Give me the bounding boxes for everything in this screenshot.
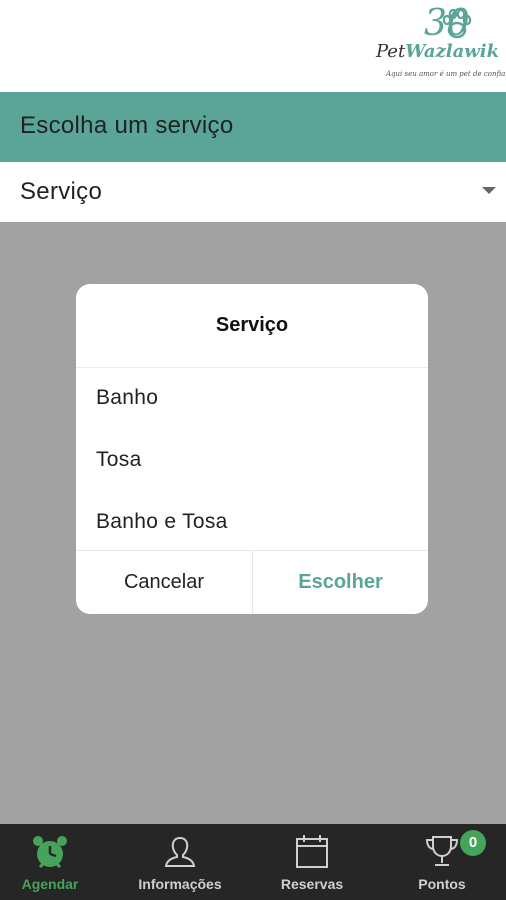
service-select-label: Serviço	[20, 178, 103, 205]
cancel-button[interactable]: Cancelar	[76, 551, 252, 614]
bottom-tab-bar: Agendar Informações Reservas Pontos	[0, 824, 506, 900]
logo-brand: PetWazlawik	[376, 42, 499, 62]
tab-informacoes-label: Informações	[138, 876, 222, 892]
dialog-divider	[76, 367, 428, 368]
dropdown-arrow-icon	[482, 187, 496, 194]
logo-brand-name: Wazlawik	[405, 41, 500, 62]
service-select[interactable]: Serviço	[0, 162, 506, 222]
tab-agendar-label: Agendar	[21, 876, 79, 892]
choose-button[interactable]: Escolher	[253, 551, 428, 614]
tab-reservas[interactable]: Reservas	[252, 824, 372, 900]
points-badge: 0	[460, 830, 486, 856]
person-icon	[164, 836, 196, 867]
option-banho-e-tosa[interactable]: Banho e Tosa	[96, 510, 228, 534]
tab-informacoes[interactable]: Informações	[120, 824, 240, 900]
alarm-clock-icon	[33, 836, 67, 869]
page-header: Escolha um serviço	[0, 92, 506, 162]
top-bar: 30 PetWazlawik Aqui seu amor é um pet de…	[0, 0, 506, 92]
dialog-title: Serviço	[215, 314, 289, 336]
paw-icon	[442, 8, 472, 39]
calendar-icon	[296, 835, 328, 868]
logo-tagline: Aqui seu amor é um pet de confiança!	[386, 70, 506, 78]
tab-pontos-label: Pontos	[418, 876, 466, 892]
dialog-footer: Cancelar Escolher	[76, 550, 428, 614]
tab-reservas-label: Reservas	[280, 876, 344, 892]
option-banho[interactable]: Banho	[96, 386, 158, 410]
page-title: Escolha um serviço	[20, 112, 234, 139]
pet-wazlawik-logo: 30 PetWazlawik Aqui seu amor é um pet de…	[372, 4, 506, 88]
service-dialog: Serviço Banho Tosa Banho e Tosa Cancelar…	[76, 284, 428, 614]
option-tosa[interactable]: Tosa	[96, 448, 142, 472]
tab-agendar[interactable]: Agendar	[0, 824, 100, 900]
logo-brand-pet: Pet	[376, 41, 406, 62]
trophy-icon	[425, 836, 459, 866]
